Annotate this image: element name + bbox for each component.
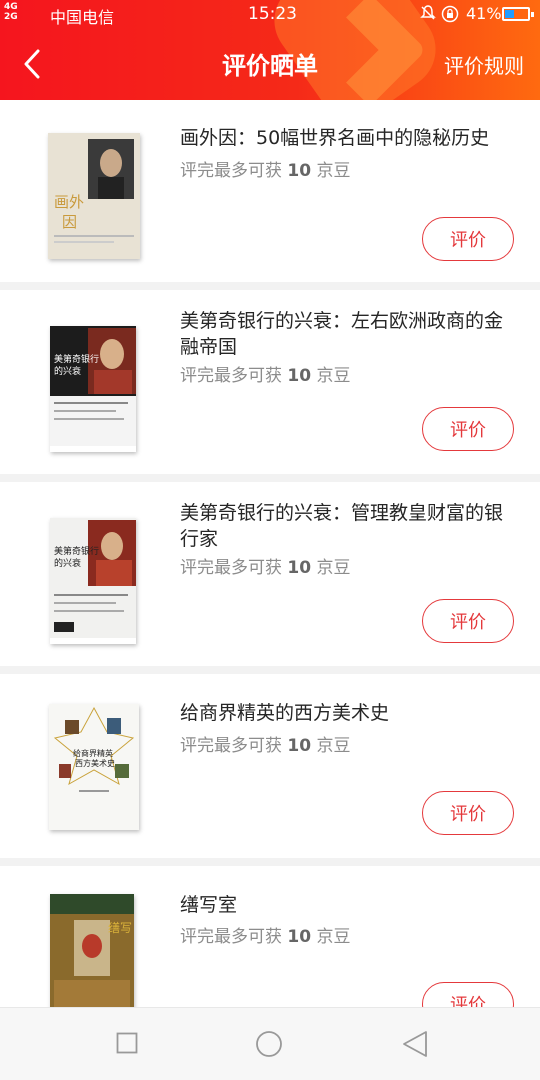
reward-prefix: 评完最多可获 xyxy=(180,736,282,756)
svg-text:美第奇银行: 美第奇银行 xyxy=(54,545,99,557)
list-item: 画外 因 画外因：50幅世界名画中的隐秘历史 评完最多可获 10 京豆 评价 xyxy=(0,100,540,282)
book-title: 给商界精英的西方美术史 xyxy=(180,702,390,724)
reward-unit: 京豆 xyxy=(316,927,351,947)
svg-text:美第奇银行: 美第奇银行 xyxy=(54,353,99,365)
clock: 15:23 xyxy=(248,4,297,24)
review-rules-link[interactable]: 评价规则 xyxy=(444,50,524,79)
book-cover[interactable]: 美第奇银行 的兴衰 xyxy=(50,518,136,644)
book-cover-image: 缮写 xyxy=(50,894,134,1007)
reward-amount: 10 xyxy=(287,161,312,181)
reward-prefix: 评完最多可获 xyxy=(180,161,282,181)
book-title: 美第奇银行的兴衰：左右欧洲政商的金融帝国 xyxy=(180,310,504,358)
circle-icon[interactable] xyxy=(255,1030,283,1058)
reward-prefix: 评完最多可获 xyxy=(180,366,282,386)
reward-text: 评完最多可获 10 京豆 xyxy=(180,156,350,181)
book-cover-image: 美第奇银行 的兴衰 xyxy=(50,518,136,638)
network-2g: 2G xyxy=(4,12,18,22)
list-item: 美第奇银行 的兴衰 美第奇银行的兴衰：左右欧洲政商的金融帝国 评完最多可获 10… xyxy=(0,290,540,474)
book-title: 缮写室 xyxy=(180,894,238,916)
reward-amount: 10 xyxy=(287,558,312,578)
alarm-icon xyxy=(420,5,436,20)
svg-text:西方美术史: 西方美术史 xyxy=(75,758,115,768)
reward-prefix: 评完最多可获 xyxy=(180,558,282,578)
book-cover[interactable]: 给商界精英 西方美术史 xyxy=(49,704,139,830)
reward-prefix: 评完最多可获 xyxy=(180,927,282,947)
reward-unit: 京豆 xyxy=(316,161,351,181)
network-type: 4G 2G xyxy=(4,2,18,22)
battery-cap xyxy=(531,12,534,17)
carrier-name: 中国电信 xyxy=(50,8,115,27)
status-bar: 4G 2G 中国电信 15:23 41% xyxy=(0,0,540,28)
svg-text:给商界精英: 给商界精英 xyxy=(73,748,113,758)
book-title: 美第奇银行的兴衰：管理教皇财富的银行家 xyxy=(180,502,504,550)
reward-text: 评完最多可获 10 京豆 xyxy=(180,731,350,756)
svg-text:的兴衰: 的兴衰 xyxy=(54,365,81,377)
review-button[interactable]: 评价 xyxy=(422,407,514,451)
reward-unit: 京豆 xyxy=(316,736,351,756)
reward-text: 评完最多可获 10 京豆 xyxy=(180,922,350,947)
review-button[interactable]: 评价 xyxy=(422,599,514,643)
list-item: 缮写 缮写室 评完最多可获 10 京豆 评价 xyxy=(0,866,540,1007)
review-list[interactable]: 画外 因 画外因：50幅世界名画中的隐秘历史 评完最多可获 10 京豆 评价 美… xyxy=(0,100,540,1007)
book-cover-image: 美第奇银行 的兴衰 xyxy=(50,326,136,446)
review-button[interactable]: 评价 xyxy=(422,791,514,835)
reward-amount: 10 xyxy=(287,366,312,386)
reward-text: 评完最多可获 10 京豆 xyxy=(180,361,350,386)
reward-unit: 京豆 xyxy=(316,558,351,578)
square-icon[interactable] xyxy=(116,1032,138,1054)
book-cover-image: 画外 因 xyxy=(48,133,140,259)
rotation-lock-icon xyxy=(441,5,459,23)
system-nav-bar xyxy=(0,1007,540,1080)
svg-text:缮写: 缮写 xyxy=(108,920,132,935)
reward-amount: 10 xyxy=(287,736,312,756)
book-title: 画外因：50幅世界名画中的隐秘历史 xyxy=(180,127,490,149)
list-item: 给商界精英 西方美术史 给商界精英的西方美术史 评完最多可获 10 京豆 评价 xyxy=(0,674,540,858)
review-button[interactable]: 评价 xyxy=(422,982,514,1007)
book-cover[interactable]: 缮写 xyxy=(50,894,134,1007)
reward-amount: 10 xyxy=(287,927,312,947)
svg-text:因: 因 xyxy=(62,213,77,231)
battery-icon xyxy=(502,7,534,21)
review-button[interactable]: 评价 xyxy=(422,217,514,261)
book-cover[interactable]: 美第奇银行 的兴衰 xyxy=(50,326,136,452)
battery-percent: 41% xyxy=(466,4,502,23)
reward-unit: 京豆 xyxy=(316,366,351,386)
app-header: 4G 2G 中国电信 15:23 41% 评价晒单 评价规则 xyxy=(0,0,540,100)
book-cover[interactable]: 画外 因 xyxy=(48,133,140,259)
triangle-back-icon[interactable] xyxy=(402,1030,428,1058)
network-4g: 4G xyxy=(4,2,18,12)
list-item: 美第奇银行 的兴衰 美第奇银行的兴衰：管理教皇财富的银行家 评完最多可获 10 … xyxy=(0,482,540,666)
reward-text: 评完最多可获 10 京豆 xyxy=(180,553,350,578)
svg-text:的兴衰: 的兴衰 xyxy=(54,557,81,569)
book-cover-image: 给商界精英 西方美术史 xyxy=(49,704,139,830)
battery-fill xyxy=(505,10,514,18)
svg-text:画外: 画外 xyxy=(54,193,84,211)
